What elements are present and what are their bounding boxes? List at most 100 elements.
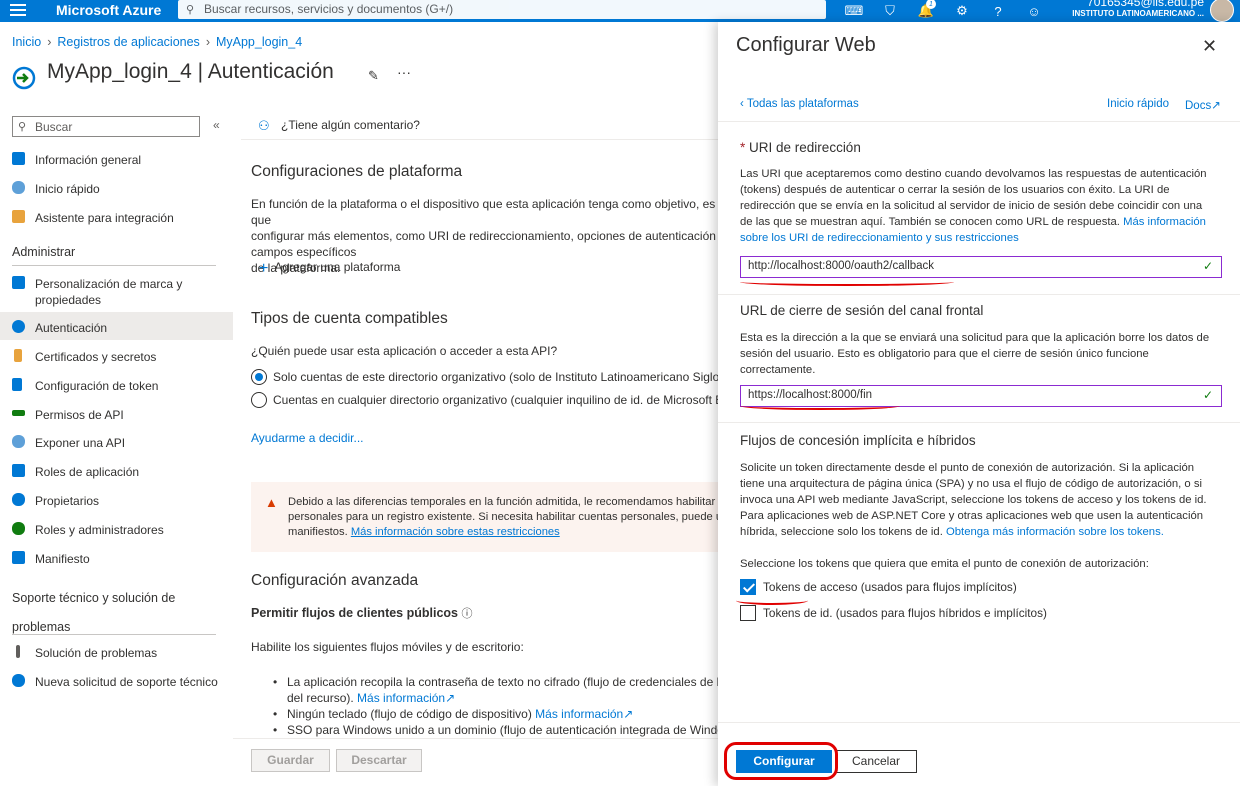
panel-divider (718, 422, 1240, 423)
discard-button[interactable]: Descartar (336, 749, 422, 772)
radio-multi-tenant[interactable]: Cuentas en cualquier directorio organiza… (251, 392, 718, 408)
external-link-icon: ↗ (623, 707, 634, 721)
nav-item-label: Configuración de token (35, 379, 159, 393)
panel-title: Configurar Web (736, 34, 876, 56)
account-org: INSTITUTO LATINOAMERICANO ... (1072, 9, 1204, 18)
add-platform-button[interactable]: + Agregar una plataforma (259, 260, 400, 278)
nav-search-input[interactable]: ⚲ Buscar (12, 116, 200, 137)
id-tokens-checkbox[interactable]: Tokens de id. (usados para flujos híbrid… (740, 605, 1047, 621)
nav-item-label: Personalización de marca y propiedades (35, 276, 182, 308)
warning-restrictions-link[interactable]: Más información sobre estas restriccione… (351, 526, 560, 538)
app-registration-icon (12, 66, 36, 90)
nav-item-troubleshooting[interactable]: Solución de problemas (0, 637, 233, 665)
nav-item-api-permissions[interactable]: Permisos de API (0, 399, 233, 427)
red-underline-annotation (736, 596, 808, 605)
radio-single-tenant[interactable]: Solo cuentas de este directorio organiza… (251, 369, 718, 385)
owners-icon (12, 493, 25, 506)
redirect-uri-value: http://localhost:8000/oauth2/callback (748, 260, 935, 272)
implicit-desc-line3: invoca una API web mediante JavaScript, … (740, 494, 1207, 506)
directory-filter-icon[interactable]: ⛉ (872, 0, 908, 22)
all-platforms-link[interactable]: ‹ Todas las plataformas (740, 98, 859, 110)
platform-desc-line2: configurar más elementos, como URI de re… (251, 229, 718, 259)
breadcrumb-app-registrations-link[interactable]: Registros de aplicaciones (57, 35, 199, 49)
help-decide-link[interactable]: Ayudarme a decidir... (251, 430, 718, 446)
bullet1-line1: La aplicación recopila la contraseña de … (287, 675, 718, 689)
nav-item-label: Información general (35, 153, 142, 167)
radio-selected-icon[interactable] (251, 369, 267, 385)
bullet1-line2: del recurso). (287, 691, 354, 705)
checkbox-checked-icon[interactable] (740, 579, 756, 595)
feedback-icon[interactable]: ☺ (1016, 0, 1052, 22)
implicit-desc-line1: Solicite un token directamente desde el … (740, 462, 1195, 474)
settings-gear-icon[interactable]: ⚙ (944, 0, 980, 22)
external-link-icon: ↗ (1211, 100, 1221, 112)
roles-admins-icon (12, 522, 25, 535)
warning-line3: manifiestos. (288, 526, 348, 538)
bullet3-text: SSO para Windows unido a un dominio (flu… (287, 723, 718, 737)
info-icon[interactable]: ⓘ (461, 608, 472, 620)
bullet-device-code-flow: Ningún teclado (flujo de código de dispo… (273, 706, 718, 722)
nav-item-branding[interactable]: Personalización de marca y propiedades (0, 268, 233, 310)
bullet2-more-info-link[interactable]: Más información (535, 707, 623, 721)
redirect-restrictions-link[interactable]: sobre los URI de redireccionamiento y su… (740, 230, 1220, 246)
bullet2-text: Ningún teclado (flujo de código de dispo… (287, 707, 532, 721)
search-icon: ⚲ (186, 4, 195, 16)
save-button[interactable]: Guardar (251, 749, 330, 772)
radio-single-tenant-label: Solo cuentas de este directorio organiza… (273, 370, 718, 384)
redirect-desc-line3: redirección que se envía en la solicitud… (740, 200, 1203, 212)
access-tokens-checkbox[interactable]: Tokens de acceso (usados para flujos imp… (740, 579, 1017, 595)
implicit-desc-line4: Para aplicaciones web de ASP.NET Core y … (740, 510, 1204, 522)
nav-item-manifest[interactable]: Manifiesto (0, 543, 233, 571)
nav-item-expose-api[interactable]: Exponer una API (0, 427, 233, 455)
warning-line1: Debido a las diferencias temporales en l… (288, 496, 718, 508)
nav-item-token-config[interactable]: Configuración de token (0, 370, 233, 398)
avatar[interactable] (1210, 0, 1234, 22)
docs-link[interactable]: Docs↗ (1185, 98, 1221, 112)
brand-title[interactable]: Microsoft Azure (56, 2, 161, 18)
quickstart-link[interactable]: Inicio rápido (1107, 98, 1169, 110)
manifest-icon (12, 551, 25, 564)
nav-item-owners[interactable]: Propietarios (0, 485, 233, 513)
valid-check-icon: ✓ (1202, 259, 1213, 273)
close-icon[interactable]: ✕ (1202, 36, 1217, 57)
main-content: Configuraciones de plataforma En función… (251, 0, 718, 786)
notifications-icon[interactable]: 🔔 1 (908, 0, 944, 22)
nav-item-integration-assistant[interactable]: Asistente para integración (0, 202, 233, 230)
bullet1-more-info-link[interactable]: Más información (357, 691, 445, 705)
redirect-uri-label: URI de redirección (749, 140, 861, 155)
nav-item-app-roles[interactable]: Roles de aplicación (0, 456, 233, 484)
logout-desc-line3: correctamente. (740, 364, 816, 376)
tokens-more-info-link[interactable]: Obtenga más información sobre los tokens… (946, 526, 1164, 538)
redirect-uri-input[interactable]: http://localhost:8000/oauth2/callback ✓ (740, 256, 1222, 278)
nav-item-label: Propietarios (35, 494, 100, 508)
help-icon[interactable]: ? (980, 0, 1016, 22)
cloud-shell-icon[interactable]: ⌨ (836, 0, 872, 22)
nav-item-label: Certificados y secretos (35, 350, 157, 364)
page-title-separator: | (191, 60, 208, 83)
implicit-desc-line2: tiene una arquitectura de página única (… (740, 478, 1203, 490)
rocket-icon (12, 210, 25, 223)
account-info[interactable]: 70165345@ils.edu.pe INSTITUTO LATINOAMER… (1072, 0, 1204, 19)
nav-item-label: Asistente para integración (35, 211, 174, 225)
radio-multi-tenant-label: Cuentas en cualquier directorio organiza… (273, 393, 718, 407)
authentication-icon (12, 320, 25, 333)
collapse-nav-icon[interactable]: « (213, 118, 220, 132)
red-underline-annotation (740, 402, 900, 410)
nav-item-roles-admins[interactable]: Roles y administradores (0, 514, 233, 542)
breadcrumb-home-link[interactable]: Inicio (12, 35, 41, 49)
radio-unselected-icon[interactable] (251, 392, 267, 408)
nav-item-quickstart[interactable]: Inicio rápido (0, 173, 233, 201)
nav-item-new-support-request[interactable]: Nueva solicitud de soporte técnico (0, 666, 233, 694)
app-roles-icon (12, 464, 25, 477)
top-icons: ⌨ ⛉ 🔔 1 ⚙ ? ☺ (836, 0, 1052, 22)
hamburger-menu-icon[interactable] (10, 4, 26, 18)
api-permissions-icon (12, 410, 25, 416)
nav-item-label: Roles y administradores (35, 523, 164, 537)
nav-item-certificates[interactable]: Certificados y secretos (0, 341, 233, 369)
cancel-button[interactable]: Cancelar (835, 750, 917, 773)
nav-item-authentication[interactable]: Autenticación (0, 312, 233, 340)
checkbox-unchecked-icon[interactable] (740, 605, 756, 621)
redirect-more-info-link[interactable]: Más información (1123, 216, 1206, 228)
required-marker: * (740, 140, 746, 155)
nav-item-overview[interactable]: Información general (0, 144, 233, 172)
